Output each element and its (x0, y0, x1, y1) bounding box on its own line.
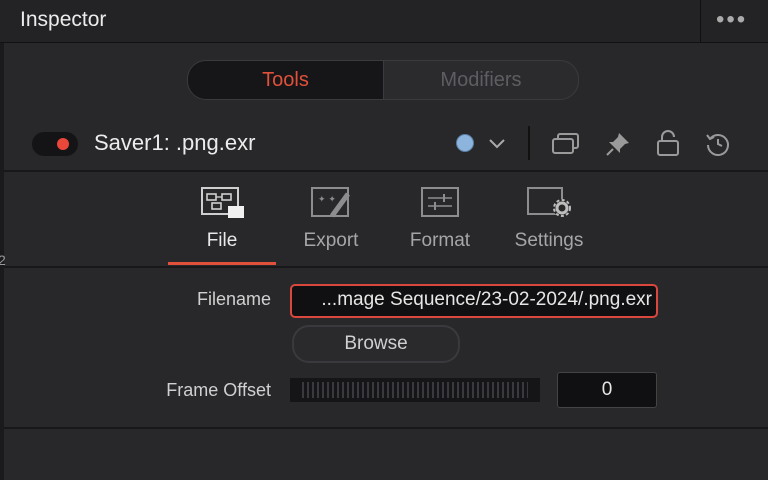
tool-enable-toggle[interactable] (32, 132, 78, 156)
header-divider (700, 0, 701, 42)
tool-color-swatch[interactable] (456, 134, 474, 152)
section-divider (4, 427, 768, 429)
pin-icon[interactable] (604, 130, 632, 158)
section-divider (4, 170, 768, 172)
lock-icon[interactable] (654, 128, 682, 158)
tab-settings[interactable]: Settings (502, 230, 596, 252)
format-sliders-icon[interactable] (420, 186, 460, 220)
tab-modifiers[interactable]: Modifiers (384, 61, 578, 99)
inspector-panel (4, 43, 768, 480)
settings-gear-icon[interactable] (526, 186, 574, 220)
browse-button[interactable]: Browse (292, 325, 460, 363)
toggle-indicator (57, 138, 69, 150)
inspector-header (0, 0, 768, 43)
tab-tools[interactable]: Tools (188, 61, 384, 99)
tab-export[interactable]: Export (290, 230, 372, 252)
svg-text:✦ ✦: ✦ ✦ (318, 195, 336, 205)
active-tab-indicator (168, 262, 276, 265)
toolbar-divider (528, 126, 530, 160)
frame-offset-label: Frame Offset (166, 380, 271, 400)
filename-value: ...mage Sequence/23-02-2024/.png.exr (321, 289, 652, 310)
ellipsis-icon[interactable]: ••• (716, 6, 747, 34)
reset-icon[interactable] (704, 130, 732, 158)
export-wand-icon[interactable]: ✦ ✦ (310, 186, 356, 220)
filename-label: Filename (196, 289, 271, 309)
tab-file[interactable]: File (182, 230, 262, 252)
chevron-down-icon[interactable] (486, 132, 508, 154)
panel-title: Inspector (20, 8, 107, 31)
tools-modifiers-switch: Tools Modifiers (187, 60, 579, 100)
versions-icon[interactable] (551, 131, 581, 157)
file-node-icon[interactable] (200, 186, 246, 220)
slider-ticks (302, 382, 528, 398)
frame-offset-slider[interactable] (290, 378, 540, 402)
filename-input[interactable]: ...mage Sequence/23-02-2024/.png.exr (290, 284, 658, 318)
section-divider (4, 266, 768, 268)
tab-format[interactable]: Format (398, 230, 482, 252)
tool-name: Saver1: .png.exr (94, 130, 256, 155)
frame-offset-field[interactable]: 0 (557, 372, 657, 408)
